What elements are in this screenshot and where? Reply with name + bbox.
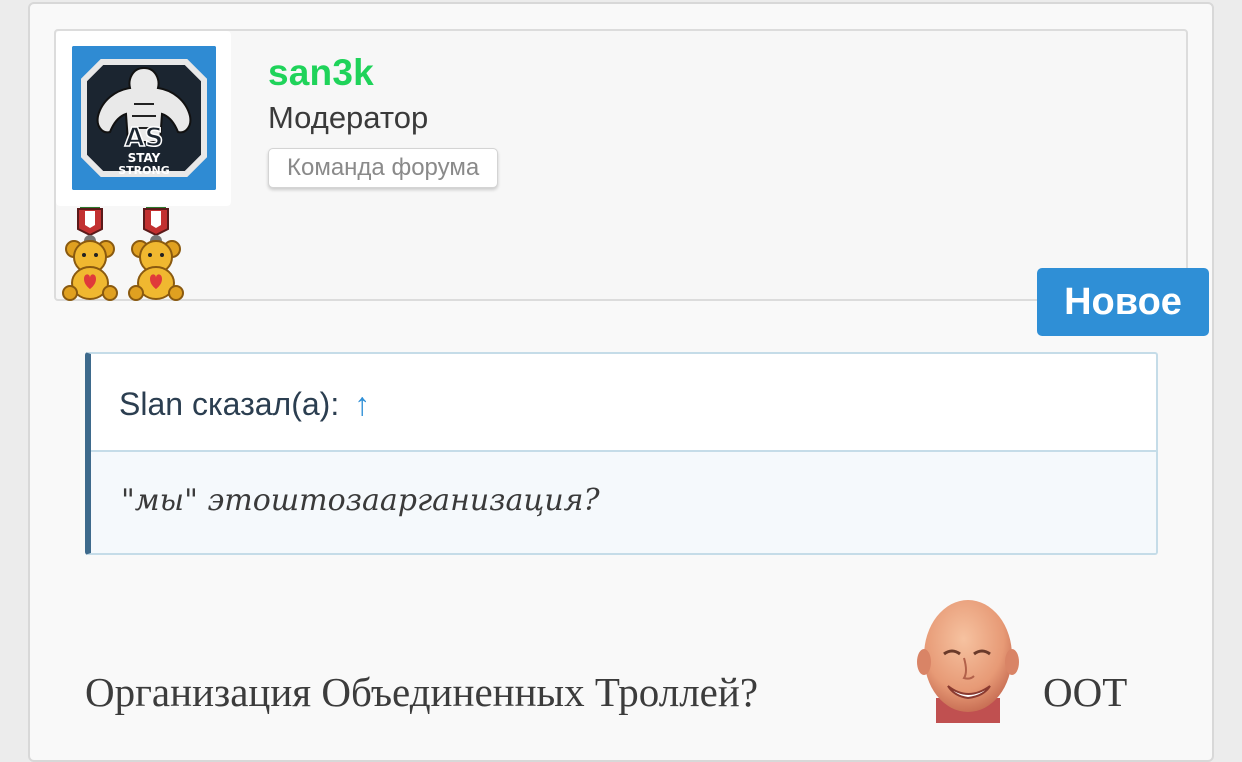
svg-text:STAY: STAY — [128, 151, 161, 165]
message-text: Организация Объединенных Троллей? — [85, 669, 759, 715]
teddy-bear-medal-icon[interactable] — [126, 207, 186, 302]
new-post-badge: Новое — [1037, 268, 1209, 336]
svg-text:STRONG: STRONG — [118, 164, 169, 177]
user-banner: Команда форума — [268, 148, 499, 188]
avatar-logo-icon: AS STAY STRONG — [72, 46, 216, 190]
teddy-bear-medal-icon[interactable] — [60, 207, 120, 302]
avatar[interactable]: AS STAY STRONG — [72, 46, 216, 190]
message-tail-text: ООТ — [1043, 669, 1128, 715]
quote-header: Slan сказал(а): ↑ — [91, 354, 1156, 452]
avatar-frame: AS STAY STRONG — [56, 31, 231, 206]
bald-man-smiley-icon — [914, 598, 1022, 723]
username-link[interactable]: san3k — [268, 52, 374, 94]
quote-text: "мы" этоштозаарганизация? — [91, 452, 1156, 553]
quote-block: Slan сказал(а): ↑ "мы" этоштозаарганизац… — [85, 352, 1158, 555]
quote-attribution: Slan сказал(а): — [119, 386, 340, 422]
svg-text:AS: AS — [125, 123, 164, 153]
quote-jump-arrow[interactable]: ↑ — [354, 386, 370, 422]
user-title: Модератор — [268, 100, 429, 135]
